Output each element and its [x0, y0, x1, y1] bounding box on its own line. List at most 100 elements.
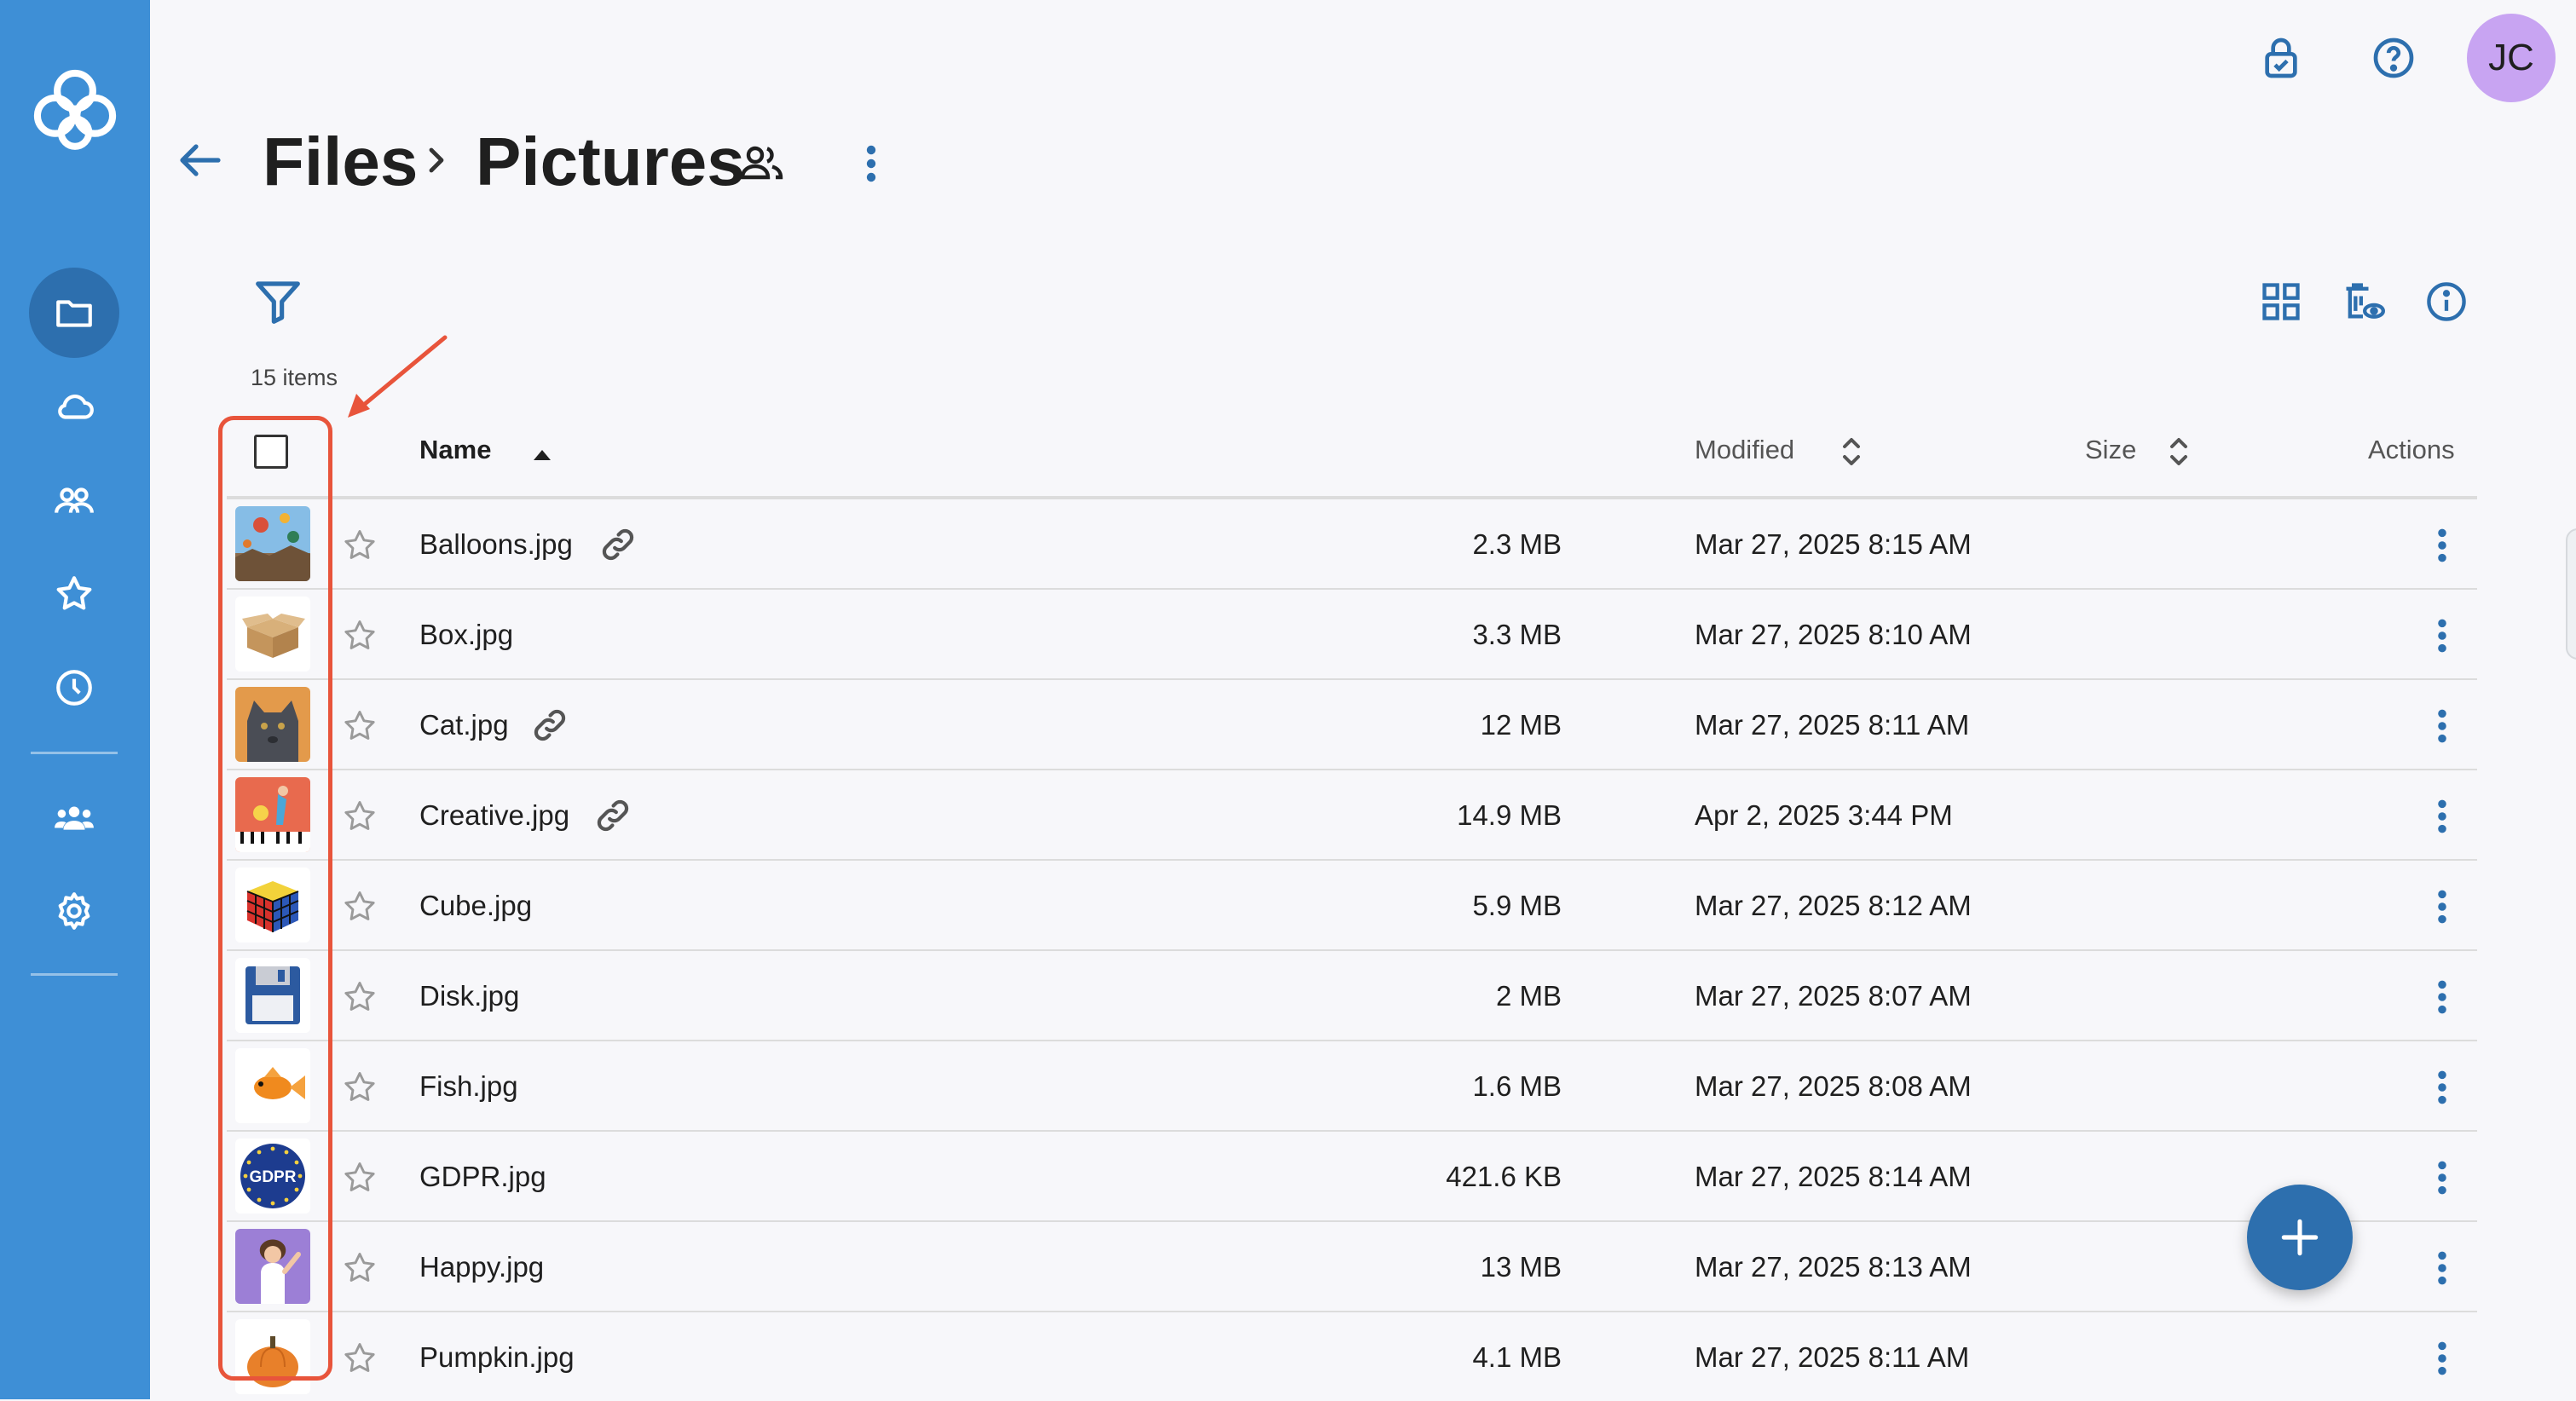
file-size: 12 MB — [1480, 709, 1562, 741]
table-row[interactable]: Box.jpg Mar 27, 2025 8:10 AM 3.3 MB — [227, 590, 2477, 680]
row-actions-icon[interactable] — [2434, 798, 2450, 835]
table-row[interactable]: Fish.jpg Mar 27, 2025 8:08 AM 1.6 MB — [227, 1041, 2477, 1132]
file-name[interactable]: GDPR.jpg — [419, 1161, 546, 1193]
column-header-name[interactable]: Name — [419, 435, 491, 465]
modified-date: Mar 27, 2025 8:08 AM — [1695, 1070, 1972, 1102]
more-options-icon[interactable] — [861, 143, 881, 184]
modified-date: Mar 27, 2025 8:11 AM — [1695, 709, 1970, 741]
star-outline-icon[interactable] — [341, 1069, 378, 1106]
column-header-size[interactable]: Size — [2085, 435, 2136, 465]
shared-link-icon[interactable] — [598, 525, 638, 564]
info-icon[interactable] — [2424, 280, 2469, 324]
row-actions-icon[interactable] — [2434, 707, 2450, 745]
modified-date: Mar 27, 2025 8:11 AM — [1695, 1341, 1970, 1373]
table-row[interactable]: Cube.jpg Mar 27, 2025 8:12 AM 5.9 MB — [227, 861, 2477, 951]
table-row[interactable]: GDPR GDPR.jpg Mar 27, 2025 8:14 AM 421.6… — [227, 1132, 2477, 1222]
file-name[interactable]: Box.jpg — [419, 619, 513, 651]
sidebar — [0, 0, 150, 1399]
sidebar-item-settings[interactable] — [29, 866, 119, 956]
table-row[interactable]: Balloons.jpg Mar 27, 2025 8:15 AM 2.3 MB — [227, 499, 2477, 590]
sort-icon[interactable] — [1841, 433, 1862, 470]
file-size: 421.6 KB — [1446, 1161, 1562, 1192]
sidebar-item-files[interactable] — [29, 268, 119, 358]
file-name[interactable]: Fish.jpg — [419, 1070, 518, 1103]
gear-icon — [58, 892, 90, 930]
table-row[interactable]: Pumpkin.jpg Mar 27, 2025 8:11 AM 4.1 MB — [227, 1312, 2477, 1401]
trash-view-icon[interactable] — [2341, 280, 2385, 324]
file-name[interactable]: Creative.jpg — [419, 799, 569, 832]
file-name[interactable]: Disk.jpg — [419, 980, 519, 1012]
people-icon — [55, 487, 94, 513]
back-arrow-icon[interactable] — [177, 141, 222, 179]
sidebar-item-starred[interactable] — [29, 549, 119, 639]
column-header-actions: Actions — [2368, 435, 2455, 464]
row-actions-icon[interactable] — [2434, 1249, 2450, 1287]
star-outline-icon[interactable] — [341, 707, 378, 745]
row-actions-icon[interactable] — [2434, 888, 2450, 925]
file-size: 4.1 MB — [1472, 1341, 1562, 1373]
shared-folder-icon — [740, 146, 783, 180]
star-outline-icon[interactable] — [341, 527, 378, 564]
star-outline-icon[interactable] — [341, 888, 378, 925]
help-icon[interactable] — [2370, 34, 2417, 82]
file-name[interactable]: Balloons.jpg — [419, 528, 573, 561]
row-actions-icon[interactable] — [2434, 617, 2450, 654]
column-header-modified[interactable]: Modified — [1695, 435, 1794, 465]
row-actions-icon[interactable] — [2434, 527, 2450, 564]
modified-date: Mar 27, 2025 8:10 AM — [1695, 619, 1972, 650]
file-size: 5.9 MB — [1472, 890, 1562, 921]
file-name[interactable]: Cat.jpg — [419, 709, 509, 741]
table-row[interactable]: Happy.jpg Mar 27, 2025 8:13 AM 13 MB — [227, 1222, 2477, 1312]
star-outline-icon[interactable] — [341, 978, 378, 1016]
modified-date: Mar 27, 2025 8:14 AM — [1695, 1161, 1972, 1192]
clock-icon — [56, 670, 92, 706]
row-actions-icon[interactable] — [2434, 1340, 2450, 1377]
star-outline-icon[interactable] — [341, 1249, 378, 1287]
star-outline-icon[interactable] — [341, 798, 378, 835]
sidebar-item-recent[interactable] — [29, 643, 119, 733]
row-actions-icon[interactable] — [2434, 978, 2450, 1016]
star-outline-icon[interactable] — [341, 617, 378, 654]
file-size: 2.3 MB — [1472, 528, 1562, 560]
group-icon — [55, 806, 94, 830]
sort-icon[interactable] — [2169, 433, 2189, 470]
avatar[interactable]: JC — [2467, 14, 2556, 102]
page-title: Pictures — [476, 124, 745, 199]
row-actions-icon[interactable] — [2434, 1069, 2450, 1106]
table-row[interactable]: Creative.jpg Apr 2, 2025 3:44 PM 14.9 MB — [227, 770, 2477, 861]
file-size: 2 MB — [1495, 980, 1562, 1012]
modified-date: Mar 27, 2025 8:13 AM — [1695, 1251, 1972, 1283]
file-size: 1.6 MB — [1472, 1070, 1562, 1102]
star-outline-icon[interactable] — [341, 1340, 378, 1377]
modified-date: Mar 27, 2025 8:12 AM — [1695, 890, 1972, 921]
sidebar-item-groups[interactable] — [29, 772, 119, 862]
star-outline-icon[interactable] — [341, 1159, 378, 1196]
modified-date: Apr 2, 2025 3:44 PM — [1695, 799, 1953, 831]
file-size: 14.9 MB — [1457, 799, 1562, 831]
modified-date: Mar 27, 2025 8:07 AM — [1695, 980, 1972, 1012]
sidebar-item-shared[interactable] — [29, 455, 119, 545]
filter-icon[interactable] — [254, 280, 302, 324]
sort-ascending-icon[interactable] — [532, 435, 552, 472]
annotation-arrow-icon — [348, 335, 448, 418]
cloud-icon — [58, 395, 94, 419]
file-name[interactable]: Pumpkin.jpg — [419, 1341, 575, 1374]
add-new-button[interactable] — [2247, 1185, 2353, 1290]
table-row[interactable]: Disk.jpg Mar 27, 2025 8:07 AM 2 MB — [227, 951, 2477, 1041]
breadcrumb-root[interactable]: Files — [263, 119, 418, 205]
shared-link-icon[interactable] — [530, 706, 569, 745]
items-count: 15 items — [251, 365, 338, 390]
app-logo-icon[interactable] — [26, 61, 124, 160]
file-name[interactable]: Cube.jpg — [419, 890, 532, 922]
grid-view-icon[interactable] — [2259, 280, 2303, 324]
lock-check-icon[interactable] — [2257, 34, 2305, 82]
side-panel-handle[interactable] — [2566, 528, 2576, 660]
modified-date: Mar 27, 2025 8:15 AM — [1695, 528, 1972, 560]
table-row[interactable]: Cat.jpg Mar 27, 2025 8:11 AM 12 MB — [227, 680, 2477, 770]
avatar-initials: JC — [2488, 37, 2534, 78]
file-name[interactable]: Happy.jpg — [419, 1251, 544, 1283]
shared-link-icon[interactable] — [593, 796, 632, 835]
row-actions-icon[interactable] — [2434, 1159, 2450, 1196]
sidebar-item-cloud[interactable] — [29, 361, 119, 452]
sidebar-divider — [31, 752, 118, 754]
